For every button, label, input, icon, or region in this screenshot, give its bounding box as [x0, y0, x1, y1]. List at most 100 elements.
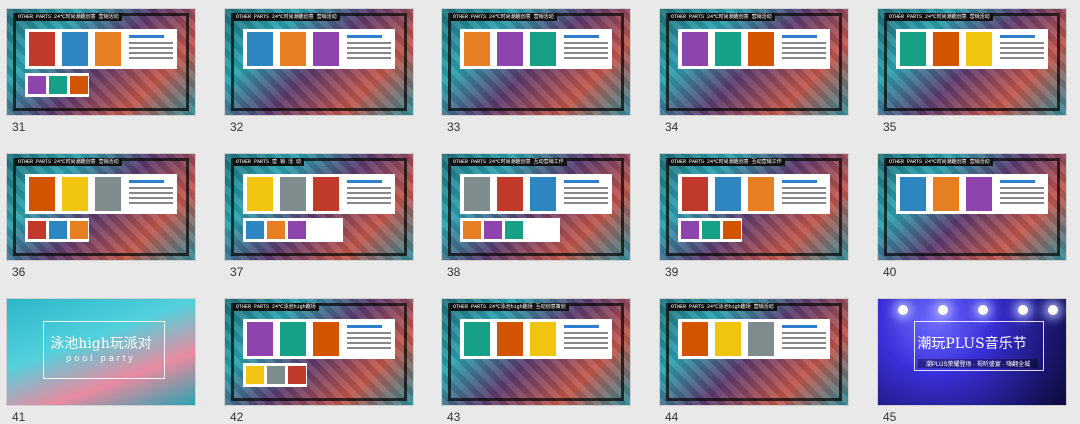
photo: [682, 177, 708, 211]
photo: [530, 177, 556, 211]
slide-preview[interactable]: OTHER PARTS 24℃时尚潮趣创意 互动营销工作: [441, 153, 631, 261]
slide-preview[interactable]: OTHER PARTS 24℃泳池high趣场 互动创意策划: [441, 298, 631, 406]
slide-thumbnail-44[interactable]: OTHER PARTS 24℃泳池high趣场 营销活动 44: [659, 298, 849, 424]
text-block: [347, 35, 391, 62]
stage-light: [1048, 305, 1058, 315]
slide-thumbnail-34[interactable]: OTHER PARTS 24℃时尚潮趣创意 营销活动 34: [659, 8, 849, 134]
photo: [29, 32, 55, 66]
content-card: [460, 319, 612, 359]
slide-number: 34: [665, 120, 679, 134]
slide-thumbnail-32[interactable]: OTHER PARTS 24℃时尚潮趣创意 营销活动 32: [224, 8, 414, 134]
slide-number: 39: [665, 265, 679, 279]
photo: [280, 322, 306, 356]
slide-header: OTHER PARTS 24℃时尚潮趣创意 营销活动: [668, 13, 775, 21]
photo: [748, 322, 774, 356]
slide-header: OTHER PARTS 24℃泳池high趣场 互动创意策划: [450, 303, 569, 311]
content-card: [896, 174, 1048, 214]
photo: [267, 366, 285, 384]
photo: [723, 221, 741, 239]
slide-preview[interactable]: OTHER PARTS 24℃时尚潮趣创意 营销活动: [877, 153, 1067, 261]
content-card: [243, 29, 395, 69]
slide-header: OTHER PARTS 24℃泳池high趣场 营销活动: [668, 303, 777, 311]
photo: [900, 177, 926, 211]
content-card: [25, 174, 177, 214]
slide-header: OTHER PARTS 24℃时尚潮趣创意 营销活动: [886, 158, 993, 166]
slide-number: 37: [230, 265, 244, 279]
photo: [682, 322, 708, 356]
photo: [497, 177, 523, 211]
photo: [464, 322, 490, 356]
content-card: [460, 174, 612, 214]
slide-preview[interactable]: OTHER PARTS 24℃泳池high趣场: [224, 298, 414, 406]
photo: [702, 221, 720, 239]
slide-header: OTHER PARTS 24℃时尚潮趣创意 营销活动: [450, 13, 557, 21]
photo: [715, 177, 741, 211]
photo: [497, 32, 523, 66]
content-card: [896, 29, 1048, 69]
secondary-card: [25, 73, 89, 97]
slide-preview[interactable]: OTHER PARTS 营 销 活 动: [224, 153, 414, 261]
slide-preview[interactable]: OTHER PARTS 24℃时尚潮趣创意 营销活动: [6, 8, 196, 116]
stage-light: [938, 305, 948, 315]
slide-preview[interactable]: OTHER PARTS 24℃时尚潮趣创意 营销活动: [441, 8, 631, 116]
slide-preview[interactable]: OTHER PARTS 24℃泳池high趣场 营销活动: [659, 298, 849, 406]
slide-thumbnail-39[interactable]: OTHER PARTS 24℃时尚潮趣创意 互动营销工作 39: [659, 153, 849, 279]
slide-preview[interactable]: 潮玩PLUS音乐节 潮PLUS荣耀登场 · 视听盛宴 · 嗨翻全城: [877, 298, 1067, 406]
slide-thumbnail-37[interactable]: OTHER PARTS 营 销 活 动 37: [224, 153, 414, 279]
slide-thumbnail-31[interactable]: OTHER PARTS 24℃时尚潮趣创意 营销活动 31: [6, 8, 196, 134]
slide-preview[interactable]: OTHER PARTS 24℃时尚潮趣创意 营销活动: [659, 8, 849, 116]
photo: [28, 76, 46, 94]
slide-thumbnail-33[interactable]: OTHER PARTS 24℃时尚潮趣创意 营销活动 33: [441, 8, 631, 134]
text-block: [782, 180, 826, 207]
slide-thumbnail-43[interactable]: OTHER PARTS 24℃泳池high趣场 互动创意策划 43: [441, 298, 631, 424]
photo: [70, 221, 88, 239]
photo: [49, 221, 67, 239]
photo: [900, 32, 926, 66]
text-block: [129, 35, 173, 62]
slide-preview[interactable]: 泳池high玩派对 pool party: [6, 298, 196, 406]
slide-thumbnail-40[interactable]: OTHER PARTS 24℃时尚潮趣创意 营销活动 40: [877, 153, 1067, 279]
slide-number: 41: [12, 410, 26, 424]
photo: [280, 32, 306, 66]
slide-title: 潮玩PLUS音乐节: [917, 336, 1027, 352]
slide-thumbnail-36[interactable]: OTHER PARTS 24℃时尚潮趣创意 营销活动 36: [6, 153, 196, 279]
photo: [933, 32, 959, 66]
photo: [29, 177, 55, 211]
photo: [313, 322, 339, 356]
slide-preview[interactable]: OTHER PARTS 24℃时尚潮趣创意 营销活动: [877, 8, 1067, 116]
slide-preview[interactable]: OTHER PARTS 24℃时尚潮趣创意 营销活动: [6, 153, 196, 261]
slide-thumbnail-41[interactable]: 泳池high玩派对 pool party 41: [6, 298, 196, 424]
photo: [497, 322, 523, 356]
slide-preview[interactable]: OTHER PARTS 24℃时尚潮趣创意 营销活动: [224, 8, 414, 116]
photo: [49, 76, 67, 94]
slide-thumbnail-42[interactable]: OTHER PARTS 24℃泳池high趣场 42: [224, 298, 414, 424]
content-card: [678, 319, 830, 359]
photo: [530, 32, 556, 66]
text-block: [347, 180, 391, 207]
slide-header: OTHER PARTS 24℃时尚潮趣创意 营销活动: [233, 13, 340, 21]
stage-light: [978, 305, 988, 315]
photo: [70, 76, 88, 94]
secondary-card: [678, 218, 742, 242]
photo: [267, 221, 285, 239]
photo: [530, 322, 556, 356]
secondary-card: [243, 363, 307, 387]
slide-thumbnail-45[interactable]: 潮玩PLUS音乐节 潮PLUS荣耀登场 · 视听盛宴 · 嗨翻全城 45: [877, 298, 1067, 424]
content-card: [678, 29, 830, 69]
slide-thumbnail-38[interactable]: OTHER PARTS 24℃时尚潮趣创意 互动营销工作 38: [441, 153, 631, 279]
photo: [933, 177, 959, 211]
slide-preview[interactable]: OTHER PARTS 24℃时尚潮趣创意 互动营销工作: [659, 153, 849, 261]
slide-thumbnail-35[interactable]: OTHER PARTS 24℃时尚潮趣创意 营销活动 35: [877, 8, 1067, 134]
slide-header: OTHER PARTS 营 销 活 动: [233, 158, 305, 166]
slide-subtitle: pool party: [66, 353, 136, 363]
text-block: [564, 325, 608, 352]
photo: [313, 32, 339, 66]
text-block: [564, 35, 608, 62]
slide-number: 42: [230, 410, 244, 424]
stage-light: [898, 305, 908, 315]
photo: [247, 322, 273, 356]
slide-header: OTHER PARTS 24℃时尚潮趣创意 互动营销工作: [668, 158, 785, 166]
text-block: [782, 35, 826, 62]
photo: [95, 32, 121, 66]
photo: [288, 221, 306, 239]
